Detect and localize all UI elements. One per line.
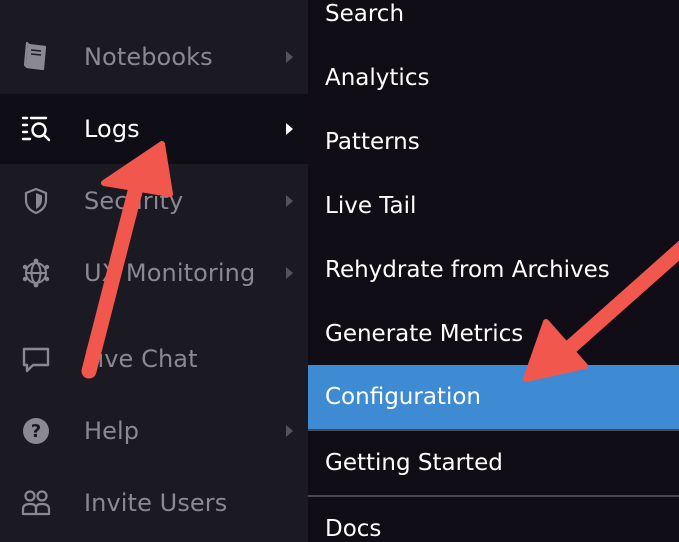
chevron-right-icon — [286, 195, 293, 207]
submenu-item-configuration[interactable]: Configuration — [308, 365, 679, 429]
chevron-right-icon — [286, 267, 293, 279]
sidebar-item-label: Invite Users — [84, 489, 228, 517]
chat-icon — [20, 343, 52, 375]
submenu-item-label: Rehydrate from Archives — [325, 257, 610, 283]
submenu-item-docs[interactable]: Docs — [308, 497, 679, 542]
submenu-item-generate-metrics[interactable]: Generate Metrics — [308, 302, 679, 366]
sidebar-item-label: Help — [84, 417, 140, 445]
sidebar-item-invite-users[interactable]: Invite Users — [0, 468, 308, 538]
globe-icon — [20, 257, 52, 289]
chevron-right-icon — [286, 123, 293, 135]
logs-icon — [20, 113, 52, 145]
submenu-item-label: Live Tail — [325, 193, 417, 219]
submenu-item-live-tail[interactable]: Live Tail — [308, 174, 679, 238]
sidebar-item-label: UX Monitoring — [84, 259, 256, 287]
submenu-item-search[interactable]: Search — [308, 0, 679, 46]
chevron-right-icon — [286, 51, 293, 63]
shield-icon — [20, 185, 52, 217]
sidebar: Notebooks Logs Security UX Monitoring Li… — [0, 0, 308, 542]
submenu-item-label: Getting Started — [325, 450, 503, 476]
submenu-item-patterns[interactable]: Patterns — [308, 110, 679, 174]
submenu-item-rehydrate-from-archives[interactable]: Rehydrate from Archives — [308, 238, 679, 302]
submenu-item-label: Analytics — [325, 65, 430, 91]
sidebar-item-notebooks[interactable]: Notebooks — [0, 22, 308, 92]
submenu-item-label: Docs — [325, 516, 382, 542]
sidebar-item-label: Live Chat — [84, 345, 198, 373]
logs-submenu: Search Analytics Patterns Live Tail Rehy… — [308, 0, 679, 542]
submenu-item-analytics[interactable]: Analytics — [308, 46, 679, 110]
submenu-item-label: Search — [325, 1, 405, 27]
help-icon: ? — [20, 415, 52, 447]
sidebar-item-label: Notebooks — [84, 43, 213, 71]
svg-text:?: ? — [31, 421, 41, 442]
sidebar-item-help[interactable]: ? Help — [0, 396, 308, 466]
sidebar-item-label: Security — [84, 187, 184, 215]
submenu-item-label: Configuration — [325, 384, 481, 410]
sidebar-item-logs[interactable]: Logs — [0, 94, 308, 164]
sidebar-item-live-chat[interactable]: Live Chat — [0, 324, 308, 394]
users-icon — [20, 487, 52, 519]
submenu-item-label: Generate Metrics — [325, 321, 524, 347]
sidebar-item-security[interactable]: Security — [0, 166, 308, 236]
sidebar-item-label: Logs — [84, 115, 140, 143]
sidebar-item-ux-monitoring[interactable]: UX Monitoring — [0, 238, 308, 308]
notebook-icon — [20, 41, 52, 73]
submenu-item-getting-started[interactable]: Getting Started — [308, 431, 679, 495]
submenu-item-label: Patterns — [325, 129, 420, 155]
chevron-right-icon — [286, 425, 293, 437]
